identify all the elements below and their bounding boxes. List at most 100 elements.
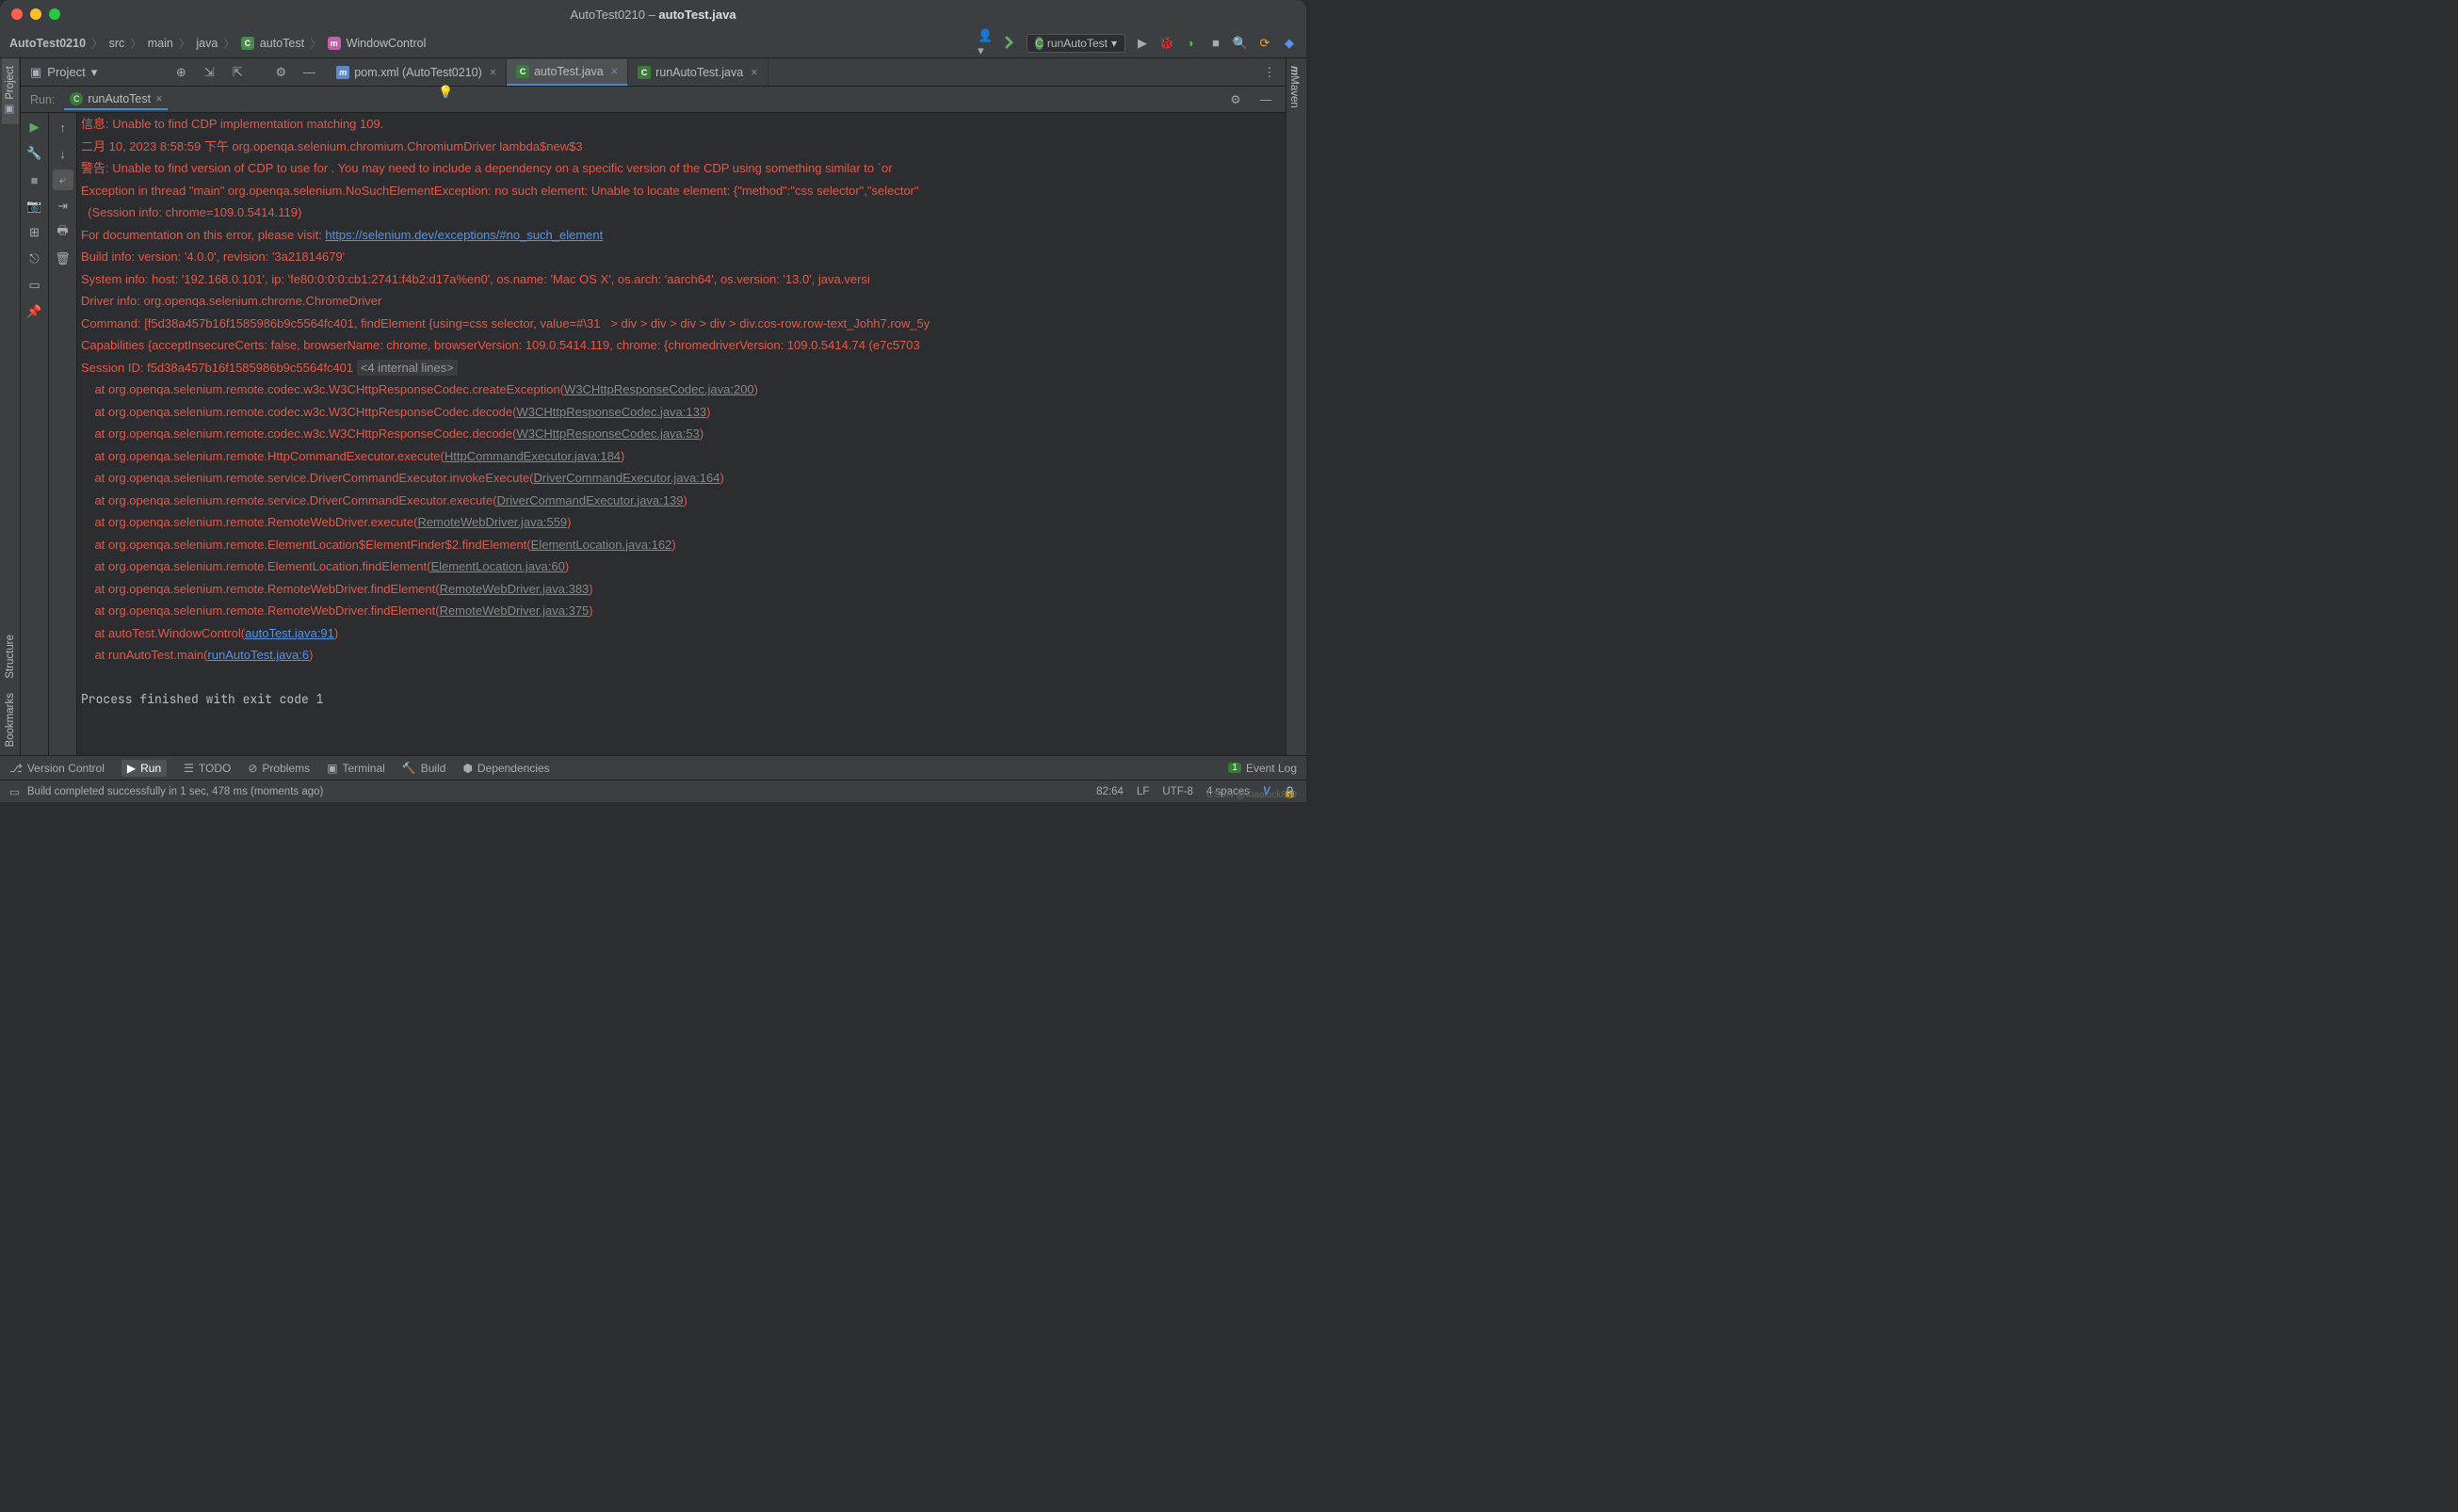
trash-icon[interactable]: 🗑	[53, 249, 73, 269]
stack-trace-link[interactable]: W3CHttpResponseCodec.java:133	[516, 405, 706, 419]
line-separator[interactable]: LF	[1137, 786, 1149, 797]
pin-icon[interactable]: 📌	[24, 301, 45, 322]
class-icon: C	[70, 92, 83, 105]
build-tab[interactable]: 🔨Build	[402, 762, 446, 775]
breadcrumb-root[interactable]: AutoTest0210	[9, 37, 86, 50]
console-icon[interactable]: ▭	[9, 785, 20, 798]
breadcrumb-item[interactable]: WindowControl	[347, 37, 427, 50]
debug-button[interactable]: 🐞	[1159, 36, 1174, 51]
event-log-tab[interactable]: 1Event Log	[1228, 762, 1297, 775]
stack-trace-link[interactable]: runAutoTest.java:6	[207, 648, 309, 662]
status-bar: ▭ Build completed successfully in 1 sec,…	[0, 780, 1306, 802]
run-header: Run: C runAutoTest × ⚙ —	[21, 87, 1286, 113]
project-header[interactable]: ▣ Project ▾	[21, 58, 106, 87]
doc-link[interactable]: https://selenium.dev/exceptions/#no_such…	[325, 228, 603, 242]
play-icon: ▶	[127, 762, 136, 775]
stack-trace-link[interactable]: W3CHttpResponseCodec.java:200	[564, 382, 754, 396]
layout-icon[interactable]: ⊞	[24, 222, 45, 243]
maximize-window-button[interactable]	[49, 8, 60, 20]
run-tool-window: Run: C runAutoTest × ⚙ — ▶ 🔧 ■ 📷 ⊞ ⎋	[21, 87, 1286, 755]
breadcrumb[interactable]: AutoTest0210〉 src〉 main〉 java〉 CautoTest…	[9, 34, 426, 52]
run-config-tab[interactable]: C runAutoTest ×	[64, 89, 168, 110]
gear-icon[interactable]: ⚙	[270, 62, 291, 83]
todo-tab[interactable]: ☰TODO	[184, 762, 231, 775]
console-output[interactable]: 信息: Unable to find CDP implementation ma…	[77, 113, 1286, 755]
stack-trace-link[interactable]: RemoteWebDriver.java:559	[417, 515, 567, 529]
left-tool-tabs: ▣Project Structure Bookmarks	[0, 58, 21, 755]
terminal-tab[interactable]: ▣Terminal	[327, 762, 385, 775]
coverage-button[interactable]: ◗	[1184, 36, 1199, 51]
editor-tab-pom[interactable]: m pom.xml (AutoTest0210)×	[327, 59, 507, 86]
bookmarks-tool-tab[interactable]: Bookmarks	[3, 685, 18, 755]
stack-trace-link[interactable]: W3CHttpResponseCodec.java:53	[516, 426, 699, 441]
stack-trace-link[interactable]: ElementLocation.java:60	[430, 559, 564, 573]
exit-icon[interactable]: ⎋	[24, 249, 45, 269]
close-icon[interactable]: ×	[751, 66, 757, 79]
branch-icon: ⎇	[9, 762, 23, 775]
breadcrumb-item[interactable]: java	[196, 37, 218, 50]
right-tool-tabs: mMaven	[1286, 58, 1306, 755]
run-button[interactable]: ▶	[1135, 36, 1150, 51]
stop-button[interactable]: ■	[24, 169, 45, 190]
editor-tab-runautotest[interactable]: C runAutoTest.java×	[628, 59, 768, 86]
minimize-window-button[interactable]	[30, 8, 41, 20]
maven-tool-tab[interactable]: mMaven	[1286, 58, 1302, 116]
stop-button[interactable]: ■	[1208, 36, 1223, 51]
rerun-button[interactable]: ▶	[24, 117, 45, 137]
class-icon: C	[1035, 37, 1043, 50]
stack-trace-link[interactable]: ElementLocation.java:162	[531, 538, 672, 552]
status-message: Build completed successfully in 1 sec, 4…	[27, 786, 323, 797]
class-icon: C	[638, 66, 651, 79]
ide-icon[interactable]: ◆	[1282, 36, 1297, 51]
version-control-tab[interactable]: ⎇Version Control	[9, 762, 105, 775]
run-config-selector[interactable]: C runAutoTest ▾	[1027, 34, 1125, 53]
more-icon[interactable]: ⋮	[1259, 62, 1280, 83]
editor-tab-autotest[interactable]: C autoTest.java×	[507, 59, 628, 86]
expand-icon[interactable]: ⇲	[199, 62, 219, 83]
stack-trace-link[interactable]: DriverCommandExecutor.java:139	[496, 493, 683, 507]
file-encoding[interactable]: UTF-8	[1162, 786, 1193, 797]
close-icon[interactable]: ×	[490, 66, 496, 79]
gear-icon[interactable]: ⚙	[1225, 89, 1246, 110]
wrench-icon[interactable]: 🔧	[24, 143, 45, 164]
close-icon[interactable]: ×	[155, 92, 162, 105]
cursor-position[interactable]: 82:64	[1096, 786, 1124, 797]
stack-trace-link[interactable]: RemoteWebDriver.java:375	[440, 603, 590, 618]
up-arrow-icon[interactable]: ↑	[53, 117, 73, 137]
sync-icon[interactable]: ⟳	[1257, 36, 1272, 51]
soft-wrap-icon[interactable]: ⤶	[53, 169, 73, 190]
collapse-icon[interactable]: ⇱	[227, 62, 248, 83]
method-icon: m	[328, 37, 341, 50]
close-icon[interactable]: ×	[611, 65, 618, 78]
close-window-button[interactable]	[11, 8, 23, 20]
title-bar: AutoTest0210 – autoTest.java	[0, 0, 1306, 28]
stack-trace-link[interactable]: HttpCommandExecutor.java:184	[445, 449, 621, 463]
structure-tool-tab[interactable]: Structure	[3, 627, 18, 686]
run-tab[interactable]: ▶Run	[121, 760, 167, 777]
navigation-bar: AutoTest0210〉 src〉 main〉 java〉 CautoTest…	[0, 28, 1306, 58]
user-icon[interactable]: 👤▾	[978, 36, 993, 51]
hide-icon[interactable]: —	[1255, 89, 1276, 110]
breadcrumb-item[interactable]: autoTest	[260, 37, 304, 50]
build-icon[interactable]	[1002, 36, 1017, 51]
stack-trace-link[interactable]: RemoteWebDriver.java:383	[440, 582, 590, 596]
hide-icon[interactable]: —	[299, 62, 319, 83]
maven-file-icon: m	[336, 66, 349, 79]
breadcrumb-item[interactable]: src	[109, 37, 125, 50]
intention-bulb-icon[interactable]: 💡	[438, 85, 453, 100]
folder-icon: ▣	[30, 65, 41, 80]
breadcrumb-item[interactable]: main	[148, 37, 173, 50]
print-icon[interactable]: 🖶	[53, 222, 73, 243]
scroll-end-icon[interactable]: ⇥	[53, 196, 73, 217]
dock-icon[interactable]: ▭	[24, 275, 45, 296]
camera-icon[interactable]: 📷	[24, 196, 45, 217]
problems-tab[interactable]: ⊘Problems	[248, 762, 310, 775]
down-arrow-icon[interactable]: ↓	[53, 143, 73, 164]
dependencies-tab[interactable]: ⬢Dependencies	[462, 762, 549, 775]
project-tool-tab[interactable]: ▣Project	[2, 58, 19, 124]
stack-trace-link[interactable]: DriverCommandExecutor.java:164	[534, 471, 720, 485]
folded-lines[interactable]: <4 internal lines>	[357, 360, 458, 376]
locate-icon[interactable]: ⊕	[170, 62, 191, 83]
search-icon[interactable]: 🔍	[1233, 36, 1248, 51]
stack-trace-link[interactable]: autoTest.java:91	[245, 626, 334, 640]
